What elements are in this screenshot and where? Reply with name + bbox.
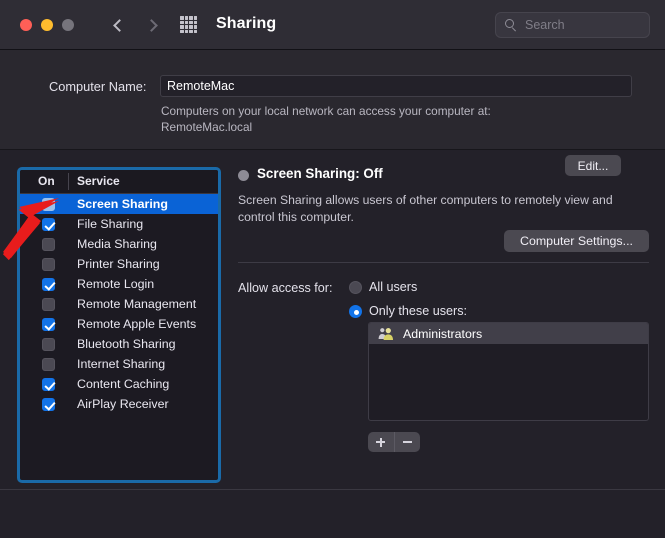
checkbox-screen-sharing[interactable] (42, 198, 55, 211)
service-row-remote-apple-events[interactable]: Remote Apple Events (20, 314, 218, 334)
service-row-screen-sharing[interactable]: Screen Sharing (20, 194, 218, 214)
footer-bar: Click the lock to prevent further change… (0, 490, 665, 538)
column-divider (68, 173, 69, 190)
service-row-printer-sharing[interactable]: Printer Sharing (20, 254, 218, 274)
radio-only-these-users-label: Only these users: (369, 304, 467, 318)
checkbox-remote-management[interactable] (42, 298, 55, 311)
checkbox-remote-apple-events[interactable] (42, 318, 55, 331)
service-list-header: On Service (20, 170, 218, 194)
checkbox-file-sharing[interactable] (42, 218, 55, 231)
status-text: Screen Sharing: Off (257, 166, 383, 181)
service-label: Bluetooth Sharing (77, 337, 176, 351)
show-all-grid-icon[interactable] (180, 16, 197, 33)
chevron-left-icon (113, 19, 126, 32)
computer-name-section: Computer Name: Computers on your local n… (0, 50, 665, 150)
checkbox-bluetooth-sharing[interactable] (42, 338, 55, 351)
service-label: AirPlay Receiver (77, 397, 169, 411)
list-item[interactable]: Administrators (369, 323, 648, 344)
service-row-airplay-receiver[interactable]: AirPlay Receiver (20, 394, 218, 414)
sharing-preferences-window: Sharing Computer Name: Computers on your… (0, 0, 665, 538)
service-label: Content Caching (77, 377, 169, 391)
checkbox-content-caching[interactable] (42, 378, 55, 391)
edit-button[interactable]: Edit... (565, 155, 621, 176)
service-row-remote-login[interactable]: Remote Login (20, 274, 218, 294)
service-row-bluetooth-sharing[interactable]: Bluetooth Sharing (20, 334, 218, 354)
user-label: Administrators (403, 327, 482, 341)
computer-name-note-line1: Computers on your local network can acce… (161, 104, 551, 120)
service-label: Screen Sharing (77, 197, 168, 211)
service-description: Screen Sharing allows users of other com… (238, 192, 648, 225)
minimize-window-button[interactable] (41, 19, 53, 31)
radio-all-users-label: All users (369, 280, 417, 294)
add-remove-user-control[interactable] (368, 432, 420, 452)
computer-name-note-line2: RemoteMac.local (161, 120, 551, 136)
service-row-internet-sharing[interactable]: Internet Sharing (20, 354, 218, 374)
service-label: Media Sharing (77, 237, 157, 251)
checkbox-media-sharing[interactable] (42, 238, 55, 251)
column-header-on: On (38, 174, 55, 188)
add-user-button[interactable] (368, 432, 394, 452)
search-icon (505, 19, 518, 32)
checkbox-printer-sharing[interactable] (42, 258, 55, 271)
radio-only-these-users[interactable] (349, 305, 362, 318)
computer-name-label: Computer Name: (49, 79, 146, 94)
service-row-media-sharing[interactable]: Media Sharing (20, 234, 218, 254)
service-row-remote-management[interactable]: Remote Management (20, 294, 218, 314)
service-label: Remote Management (77, 297, 196, 311)
search-input[interactable] (525, 13, 643, 37)
group-icon (378, 326, 394, 341)
page-title: Sharing (216, 15, 276, 33)
window-titlebar: Sharing (0, 0, 665, 50)
allow-access-label: Allow access for: (238, 281, 332, 295)
radio-all-users[interactable] (349, 281, 362, 294)
service-row-content-caching[interactable]: Content Caching (20, 374, 218, 394)
computer-name-input[interactable] (167, 76, 622, 96)
service-label: Printer Sharing (77, 257, 160, 271)
close-window-button[interactable] (20, 19, 32, 31)
checkbox-airplay-receiver[interactable] (42, 398, 55, 411)
zoom-window-button[interactable] (62, 19, 74, 31)
back-button[interactable] (108, 13, 130, 37)
status-indicator-dot (238, 170, 249, 181)
allowed-users-list[interactable]: Administrators (368, 322, 649, 421)
remove-user-button[interactable] (394, 432, 421, 452)
service-label: Remote Login (77, 277, 154, 291)
section-divider (238, 262, 649, 263)
service-list-panel[interactable]: On Service Screen Sharing File Sharing Med… (17, 167, 221, 483)
column-header-service: Service (77, 174, 120, 188)
search-field[interactable] (495, 12, 650, 38)
checkbox-internet-sharing[interactable] (42, 358, 55, 371)
service-label: Remote Apple Events (77, 317, 196, 331)
checkbox-remote-login[interactable] (42, 278, 55, 291)
computer-name-field[interactable] (160, 75, 632, 97)
computer-name-note: Computers on your local network can acce… (161, 104, 551, 135)
computer-settings-button[interactable]: Computer Settings... (504, 230, 649, 252)
forward-button[interactable] (140, 13, 162, 37)
chevron-right-icon (145, 19, 158, 32)
service-row-file-sharing[interactable]: File Sharing (20, 214, 218, 234)
service-label: File Sharing (77, 217, 143, 231)
service-list-rows: Screen Sharing File Sharing Media Sharing P… (20, 194, 218, 414)
service-label: Internet Sharing (77, 357, 165, 371)
